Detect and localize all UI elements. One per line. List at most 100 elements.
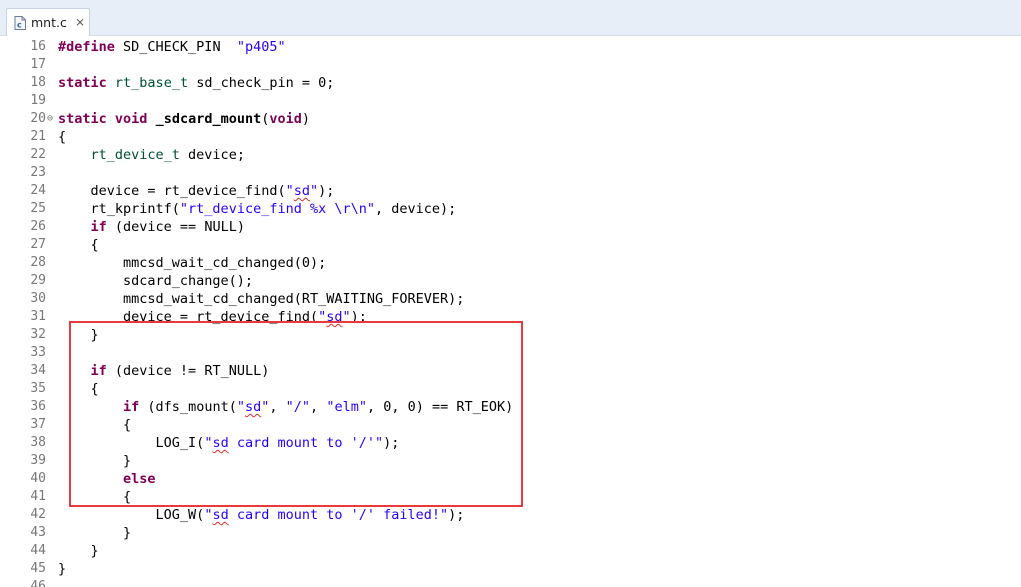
line-number: 17: [30, 57, 46, 72]
keyword-token: static: [58, 111, 107, 127]
code-text: }: [58, 524, 131, 542]
keyword-token: void: [269, 111, 302, 127]
code-token: LOG_W(: [58, 507, 205, 523]
c-source-file-icon: c: [14, 16, 26, 30]
code-text: #define SD_CHECK_PIN "p405": [58, 38, 286, 56]
line-number: 23: [30, 165, 46, 180]
line-number: 27: [30, 237, 46, 252]
line-number: 28: [30, 255, 46, 270]
code-text: }: [58, 542, 99, 560]
line-number: 20: [30, 111, 46, 126]
string-token: card mount to '/' failed!": [228, 507, 449, 523]
code-line[interactable]: 23: [0, 164, 1021, 182]
keyword-token: if: [90, 219, 107, 235]
line-number: 38: [30, 435, 46, 450]
line-number: 39: [30, 453, 46, 468]
line-number: 37: [30, 417, 46, 432]
fold-collapse-icon[interactable]: ⊖: [47, 110, 53, 128]
string-token: sd: [212, 507, 229, 523]
code-text: if (device == NULL): [58, 218, 245, 236]
editor-tab-bar: c mnt.c ⨯: [0, 0, 1021, 36]
code-text: static void _sdcard_mount(void): [58, 110, 310, 128]
code-line[interactable]: 44 }: [0, 542, 1021, 560]
code-token: }: [58, 561, 67, 577]
code-token: rt_kprintf(: [58, 201, 180, 217]
code-text: LOG_W("sd card mount to '/' failed!");: [58, 506, 465, 524]
code-text: rt_kprintf("rt_device_find %x \r\n", dev…: [58, 200, 457, 218]
code-line[interactable]: 21 {: [0, 128, 1021, 146]
code-line[interactable]: 19: [0, 92, 1021, 110]
code-text: static rt_base_t sd_check_pin = 0;: [58, 74, 334, 92]
code-token: sdcard_change();: [58, 273, 254, 289]
code-line[interactable]: 25 rt_kprintf("rt_device_find %x \r\n", …: [0, 200, 1021, 218]
line-number: 25: [30, 201, 46, 216]
code-token: rt_device_t: [90, 147, 180, 163]
line-number: 41: [30, 489, 46, 504]
code-text: mmcsd_wait_cd_changed(RT_WAITING_FOREVER…: [58, 290, 464, 308]
code-line[interactable]: 27 {: [0, 236, 1021, 254]
line-number: 44: [30, 543, 46, 558]
keyword-token: static: [58, 75, 107, 91]
code-token: device;: [179, 147, 245, 163]
code-token: sd_check_pin = 0;: [188, 75, 335, 91]
code-token: _sdcard_mount: [155, 111, 262, 127]
code-line[interactable]: 28 mmcsd_wait_cd_changed(0);: [0, 254, 1021, 272]
code-token: SD_CHECK_PIN: [114, 39, 237, 55]
code-line[interactable]: 16 #define SD_CHECK_PIN "p405": [0, 38, 1021, 56]
line-number: 18: [30, 75, 46, 90]
code-line[interactable]: 43 }: [0, 524, 1021, 542]
svg-text:c: c: [17, 21, 22, 30]
code-token: }: [58, 525, 132, 541]
line-number: 21: [30, 129, 46, 144]
code-token: mmcsd_wait_cd_changed(0);: [58, 255, 327, 271]
line-number: 24: [30, 183, 46, 198]
tab-label: mnt.c: [31, 15, 67, 30]
line-number: 32: [30, 327, 46, 342]
line-number: 19: [30, 93, 46, 108]
code-line[interactable]: 26 if (device == NULL): [0, 218, 1021, 236]
keyword-token: void: [114, 111, 148, 127]
string-token: ": [309, 183, 319, 199]
line-number: 29: [30, 273, 46, 288]
code-line[interactable]: 46: [0, 578, 1021, 587]
code-token: ): [301, 111, 311, 127]
line-number: 35: [30, 381, 46, 396]
code-line[interactable]: 42 LOG_W("sd card mount to '/' failed!")…: [0, 506, 1021, 524]
code-text: {: [58, 236, 99, 254]
code-token: (device == NULL): [106, 219, 245, 235]
code-line[interactable]: 29 sdcard_change();: [0, 272, 1021, 290]
line-number: 31: [30, 309, 46, 324]
code-line[interactable]: 17: [0, 56, 1021, 74]
code-token: );: [448, 507, 465, 523]
keyword-token: #define: [58, 39, 115, 55]
line-number: 33: [30, 345, 46, 360]
code-token: mmcsd_wait_cd_changed(RT_WAITING_FOREVER…: [58, 291, 465, 307]
code-line[interactable]: 18 static rt_base_t sd_check_pin = 0;: [0, 74, 1021, 92]
code-text: rt_device_t device;: [58, 146, 245, 164]
line-number: 45: [30, 561, 46, 576]
line-number: 16: [30, 39, 46, 54]
code-token: );: [318, 183, 335, 199]
code-line[interactable]: 24 device = rt_device_find("sd");: [0, 182, 1021, 200]
code-line[interactable]: 22 rt_device_t device;: [0, 146, 1021, 164]
code-line[interactable]: 30 mmcsd_wait_cd_changed(RT_WAITING_FORE…: [0, 290, 1021, 308]
string-token: "p405": [236, 39, 286, 55]
line-number: 40: [30, 471, 46, 486]
highlight-box: [69, 321, 523, 507]
code-text: }: [58, 560, 66, 578]
string-token: "rt_device_find %x \r\n": [179, 201, 375, 217]
code-token: rt_base_t: [114, 75, 189, 91]
code-text: device = rt_device_find("sd");: [58, 182, 335, 200]
code-line[interactable]: 45}: [0, 560, 1021, 578]
tab-mnt-c[interactable]: c mnt.c ⨯: [6, 8, 90, 36]
line-number: 36: [30, 399, 46, 414]
close-icon[interactable]: ⨯: [75, 15, 85, 29]
code-token: , device);: [375, 201, 457, 217]
line-number: 22: [30, 147, 46, 162]
code-line[interactable]: 20 ⊖ static void _sdcard_mount(void): [0, 110, 1021, 128]
line-number: 30: [30, 291, 46, 306]
